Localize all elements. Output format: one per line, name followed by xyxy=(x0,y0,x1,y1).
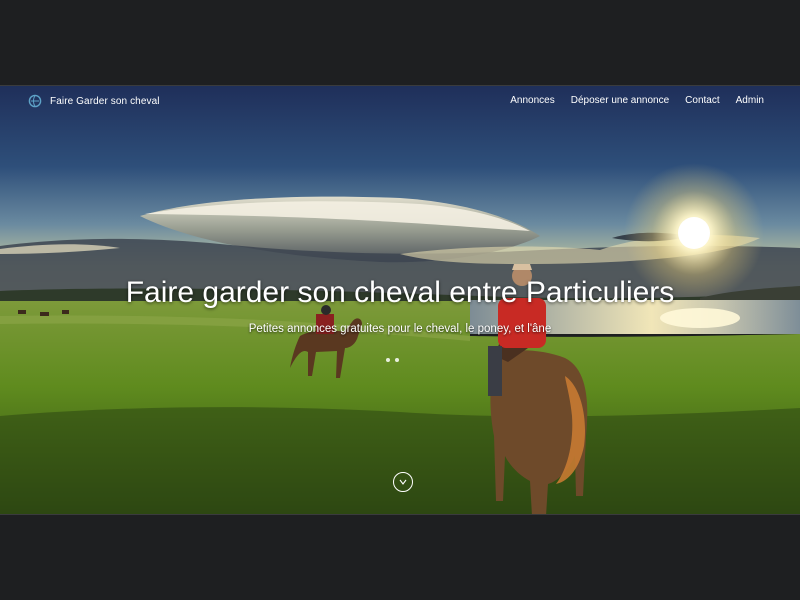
main-nav: Annonces Déposer une annonce Contact Adm… xyxy=(510,95,764,106)
globe-logo-icon xyxy=(28,94,42,108)
nav-link-annonces[interactable]: Annonces xyxy=(510,95,554,106)
carousel-indicators xyxy=(386,358,399,362)
top-navbar: Faire Garder son cheval Annonces Déposer… xyxy=(0,86,800,116)
hero-subtitle: Petites annonces gratuites pour le cheva… xyxy=(248,323,552,335)
hero-title: Faire garder son cheval entre Particulie… xyxy=(125,276,675,309)
scroll-down-button[interactable] xyxy=(393,472,413,492)
browser-viewport: Faire Garder son cheval Annonces Déposer… xyxy=(0,85,800,515)
carousel-dot-1[interactable] xyxy=(386,358,390,362)
brand-link[interactable]: Faire Garder son cheval xyxy=(28,94,160,108)
nav-link-contact[interactable]: Contact xyxy=(685,95,719,106)
nav-link-admin[interactable]: Admin xyxy=(736,95,764,106)
brand-name: Faire Garder son cheval xyxy=(50,95,160,107)
chevron-down-icon xyxy=(399,479,407,485)
carousel-dot-2[interactable] xyxy=(395,358,399,362)
nav-link-deposer-annonce[interactable]: Déposer une annonce xyxy=(571,95,669,106)
